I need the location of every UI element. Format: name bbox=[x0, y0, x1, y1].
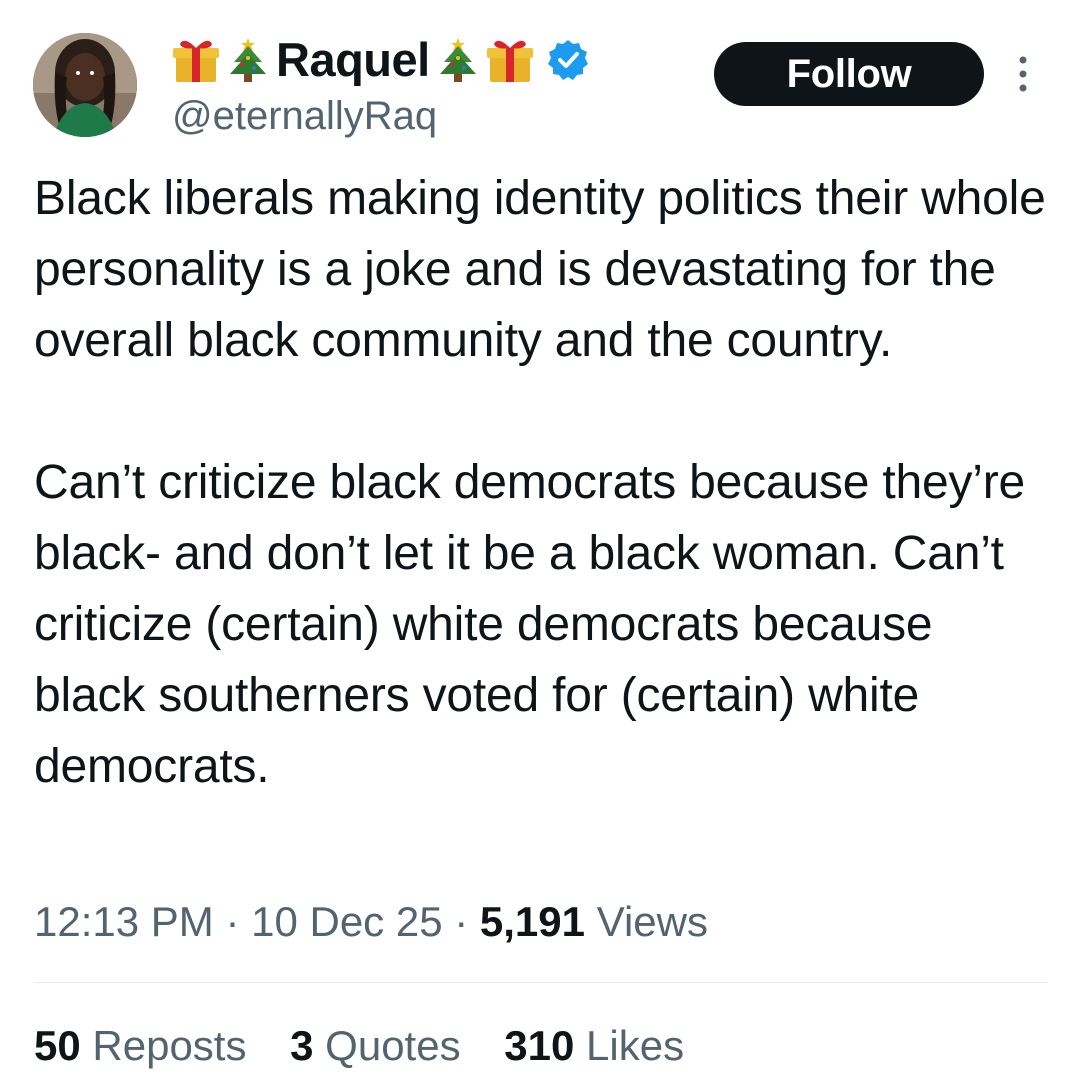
reposts-stat[interactable]: 50 Reposts bbox=[34, 1022, 246, 1069]
reposts-count: 50 bbox=[34, 1022, 81, 1069]
author-name-row[interactable]: Raquel bbox=[170, 30, 590, 90]
meta-separator: · bbox=[442, 898, 480, 945]
divider bbox=[34, 982, 1048, 983]
meta-separator: · bbox=[213, 898, 252, 945]
gift-emoji-icon bbox=[484, 34, 536, 86]
tweet-date[interactable]: 10 Dec 25 bbox=[251, 898, 442, 945]
engagement-stats: 50 Reposts 3 Quotes 310 Likes bbox=[34, 1018, 716, 1074]
christmas-tree-emoji-icon bbox=[222, 34, 274, 86]
tweet-paragraph: Can’t criticize black democrats because … bbox=[34, 456, 1026, 793]
verified-badge-icon[interactable] bbox=[546, 38, 590, 82]
quotes-count: 3 bbox=[290, 1022, 314, 1069]
christmas-tree-emoji-icon bbox=[432, 34, 484, 86]
avatar[interactable] bbox=[33, 33, 137, 137]
tweet-meta: 12:13 PM · 10 Dec 25 · 5,191 Views bbox=[34, 894, 708, 950]
tweet-text: Black liberals making identity politics … bbox=[34, 163, 1054, 802]
more-vertical-icon[interactable] bbox=[1008, 52, 1038, 96]
reposts-label: Reposts bbox=[92, 1022, 247, 1069]
author-handle[interactable]: @eternallyRaq bbox=[172, 92, 437, 140]
author-display-name[interactable]: Raquel bbox=[276, 30, 430, 90]
likes-stat[interactable]: 310 Likes bbox=[504, 1022, 684, 1069]
tweet-paragraph: Black liberals making identity politics … bbox=[34, 172, 1046, 367]
likes-count: 310 bbox=[504, 1022, 575, 1069]
gift-emoji-icon bbox=[170, 34, 222, 86]
views-count: 5,191 bbox=[479, 898, 586, 945]
quotes-stat[interactable]: 3 Quotes bbox=[290, 1022, 460, 1069]
likes-label: Likes bbox=[586, 1022, 685, 1069]
views-label: Views bbox=[596, 898, 708, 945]
follow-button[interactable]: Follow bbox=[714, 42, 984, 106]
quotes-label: Quotes bbox=[325, 1022, 461, 1069]
tweet-time[interactable]: 12:13 PM bbox=[34, 898, 214, 945]
